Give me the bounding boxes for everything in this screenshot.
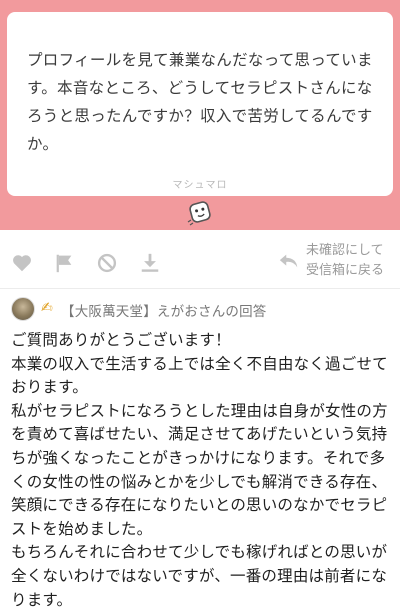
divider [0,288,400,289]
flag-icon[interactable] [53,252,75,274]
answerer-label: 【大阪萬天堂】えがおさんの回答 [61,304,267,320]
answer-paragraph: 本業の収入で生活する上では全く不自由なく過ごせております。 [11,354,388,397]
download-icon[interactable] [139,252,161,274]
return-label-line2: 受信箱に戻る [306,263,385,278]
answer-paragraph: 私がセラピストになろうとした理由は自身が女性の方を責めて喜ばせたい、満足させてあ… [11,401,388,538]
brand-label: マシュマロ [172,180,228,191]
avatar[interactable] [11,297,35,321]
return-label-line1: 未確認にして [306,243,384,258]
writing-hand-icon: ✍ [41,300,53,316]
heart-icon[interactable] [11,252,33,274]
question-text: プロフィールを見て兼業なんだなって思っています。本音なところ、どうしてセラピスト… [27,51,373,153]
return-to-inbox-button[interactable]: 未確認にして 受信箱に戻る [278,240,396,284]
question-card: プロフィールを見て兼業なんだなって思っています。本音なところ、どうしてセラピスト… [7,12,393,196]
action-bar: 未確認にして 受信箱に戻る [0,238,400,286]
block-icon[interactable] [96,252,118,274]
answer-paragraph: もちろんそれに合わせて少しでも稼げればとの思いが全くないわけではないですが、一番… [11,543,388,609]
answer-header: ✍ 【大阪萬天堂】えがおさんの回答 [11,297,391,323]
question-banner: プロフィールを見て兼業なんだなって思っています。本音なところ、どうしてセラピスト… [0,0,400,230]
answer-body: ご質問ありがとうございます！ 本業の収入で生活する上では全く不自由なく過ごせてお… [11,329,394,612]
answer-paragraph: ご質問ありがとうございます！ [11,331,231,349]
return-label: 未確認にして 受信箱に戻る [306,241,384,281]
reply-arrow-icon [279,254,298,268]
marshmallow-mascot-icon [187,201,211,226]
